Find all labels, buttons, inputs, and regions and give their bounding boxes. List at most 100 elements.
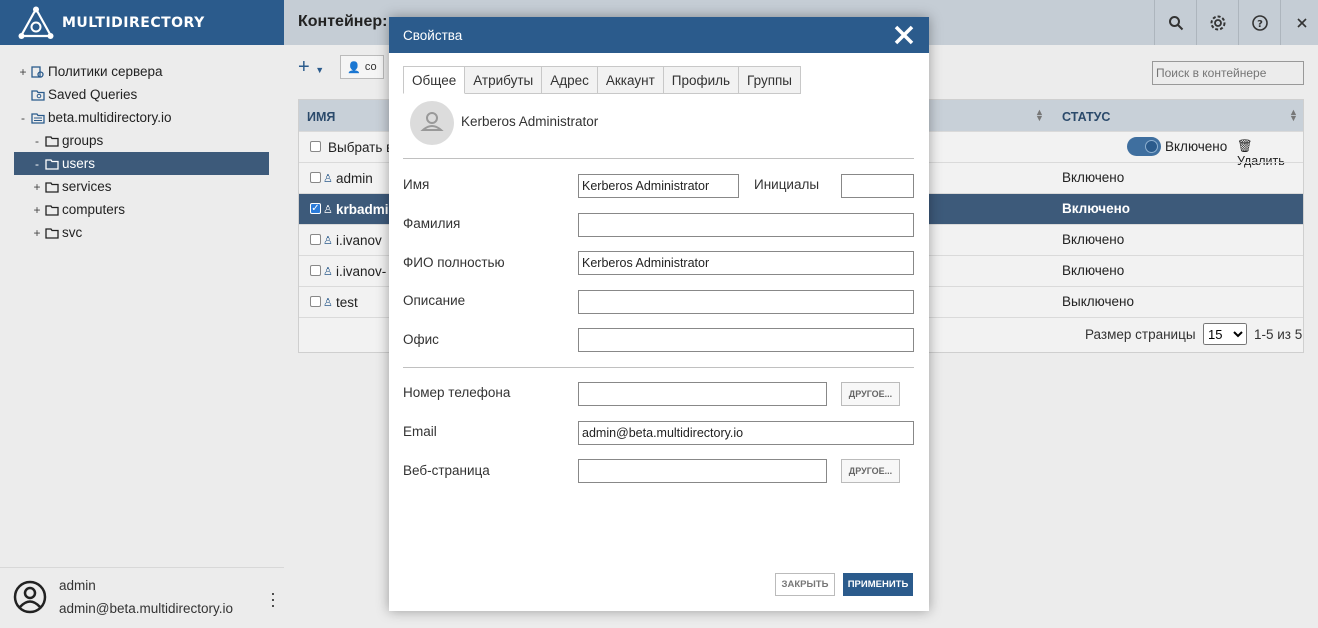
user-icon: ♙ <box>323 204 333 216</box>
row-name: krbadmi <box>336 202 389 217</box>
row-status: Включено <box>1062 201 1131 216</box>
tree-item-services[interactable]: + services <box>0 175 284 198</box>
close-button[interactable]: ЗАКРЫТЬ <box>775 573 835 596</box>
expand-icon[interactable]: + <box>32 180 42 194</box>
user-icon: ♙ <box>323 173 333 185</box>
email-input[interactable] <box>578 421 914 445</box>
column-name[interactable]: ИМЯ <box>307 110 335 124</box>
row-name: test <box>336 295 358 310</box>
web-other-button[interactable]: ДРУГОЕ... <box>841 459 900 483</box>
properties-dialog: Свойства Общее Атрибуты Адрес Аккаунт Профил… <box>389 17 929 611</box>
brand-name: MULTIDIRECTORY <box>62 14 205 31</box>
initials-label: Инициалы <box>754 177 820 192</box>
full-name-input[interactable] <box>578 251 914 275</box>
user-icon <box>420 112 444 131</box>
description-label: Описание <box>403 293 466 308</box>
row-checkbox[interactable] <box>310 234 321 245</box>
tab-3[interactable]: Аккаунт <box>597 66 664 94</box>
more-vertical-icon[interactable]: · · · <box>268 584 278 614</box>
add-user-icon: 👤 <box>347 61 361 74</box>
trash-icon: 🗑 <box>1237 139 1253 153</box>
sort-icon[interactable]: ▲ ▼ <box>1289 108 1298 123</box>
tree-item-label: svc <box>62 225 83 240</box>
user-avatar-icon[interactable] <box>13 580 47 614</box>
gear-icon <box>1210 15 1225 30</box>
object-avatar <box>410 101 454 145</box>
row-checkbox[interactable] <box>310 296 321 307</box>
tree-item-groups[interactable]: - groups <box>0 129 284 152</box>
domain-icon <box>31 112 45 124</box>
tab-1[interactable]: Атрибуты <box>465 66 543 94</box>
sidebar: MULTIDIRECTORY + Политики сервера Saved Qu… <box>0 0 284 628</box>
expand-icon[interactable]: + <box>32 226 42 240</box>
multidirectory-logo-icon <box>18 6 54 39</box>
initials-input[interactable] <box>841 174 914 198</box>
policy-icon <box>31 65 45 78</box>
tree-item-label: beta.multidirectory.io <box>48 110 172 125</box>
tree-item--[interactable]: + Политики сервера <box>0 60 284 83</box>
tree-item-users[interactable]: - users <box>14 152 269 175</box>
tree-item-label: users <box>62 156 96 171</box>
folder-icon <box>45 204 59 216</box>
expand-icon[interactable]: + <box>32 203 42 217</box>
select-all-checkbox[interactable] <box>310 141 321 152</box>
user-icon: ♙ <box>323 235 333 247</box>
tab-0[interactable]: Общее <box>403 66 466 94</box>
expand-icon[interactable]: + <box>18 65 28 79</box>
page-size-select[interactable]: 15 <box>1203 323 1247 345</box>
help-button[interactable]: ? <box>1238 0 1280 45</box>
divider <box>403 158 914 159</box>
close-icon[interactable] <box>892 23 916 47</box>
enabled-toggle[interactable] <box>1127 137 1161 156</box>
row-checkbox[interactable]: ✓ <box>310 203 321 214</box>
user-icon: ♙ <box>323 266 333 278</box>
web-page-input[interactable] <box>578 459 827 483</box>
tree-item-computers[interactable]: + computers <box>0 198 284 221</box>
apply-button[interactable]: ПРИМЕНИТЬ <box>843 573 913 596</box>
tab-4[interactable]: Профиль <box>663 66 740 94</box>
user-email: admin@beta.multidirectory.io <box>59 601 234 616</box>
collapse-icon[interactable]: - <box>32 134 42 148</box>
office-input[interactable] <box>578 328 914 352</box>
container-search-input[interactable] <box>1152 61 1304 85</box>
collapse-icon[interactable]: - <box>32 157 42 171</box>
first-name-label: Имя <box>403 177 430 192</box>
last-name-input[interactable] <box>578 213 914 237</box>
dialog-header: Свойства <box>389 17 929 53</box>
tree-item-beta-multidirectory-io[interactable]: - beta.multidirectory.io <box>0 106 284 129</box>
create-user-button[interactable]: 👤 со <box>340 55 384 79</box>
close-icon <box>1296 17 1307 28</box>
brand-header: MULTIDIRECTORY <box>0 0 284 45</box>
search-button[interactable] <box>1154 0 1196 45</box>
toggle-label: Включено <box>1165 139 1228 154</box>
sort-icon[interactable]: ▲ ▼ <box>1035 108 1044 123</box>
full-name-label: ФИО полностью <box>403 255 505 270</box>
tree-item-saved-queries[interactable]: Saved Queries <box>0 83 284 106</box>
tab-5[interactable]: Группы <box>739 66 802 94</box>
tree-item-svc[interactable]: + svc <box>0 221 284 244</box>
svg-text:?: ? <box>1257 19 1263 30</box>
collapse-icon[interactable]: - <box>18 111 28 125</box>
first-name-input[interactable] <box>578 174 739 198</box>
phone-input[interactable] <box>578 382 827 406</box>
row-checkbox[interactable] <box>310 172 321 183</box>
close-app-button[interactable] <box>1280 0 1318 45</box>
tree-item-label: groups <box>62 133 104 148</box>
page-title: Контейнер: <box>298 13 388 30</box>
office-label: Офис <box>403 332 439 347</box>
column-status[interactable]: СТАТУС <box>1062 110 1110 124</box>
row-status: Включено <box>1062 232 1125 247</box>
page-size-label: Размер страницы <box>1085 327 1196 342</box>
row-name: admin <box>336 171 373 186</box>
tree-item-label: Saved Queries <box>48 87 138 102</box>
tree-item-label: Политики сервера <box>48 64 163 79</box>
phone-other-button[interactable]: ДРУГОЕ... <box>841 382 900 406</box>
folder-icon <box>45 227 59 239</box>
settings-button[interactable] <box>1196 0 1238 45</box>
toolbar: + ▼ 👤 со <box>298 55 384 79</box>
dialog-title: Свойства <box>403 28 463 43</box>
tab-2[interactable]: Адрес <box>542 66 598 94</box>
description-input[interactable] <box>578 290 914 314</box>
add-button[interactable]: + ▼ <box>298 56 324 79</box>
row-checkbox[interactable] <box>310 265 321 276</box>
